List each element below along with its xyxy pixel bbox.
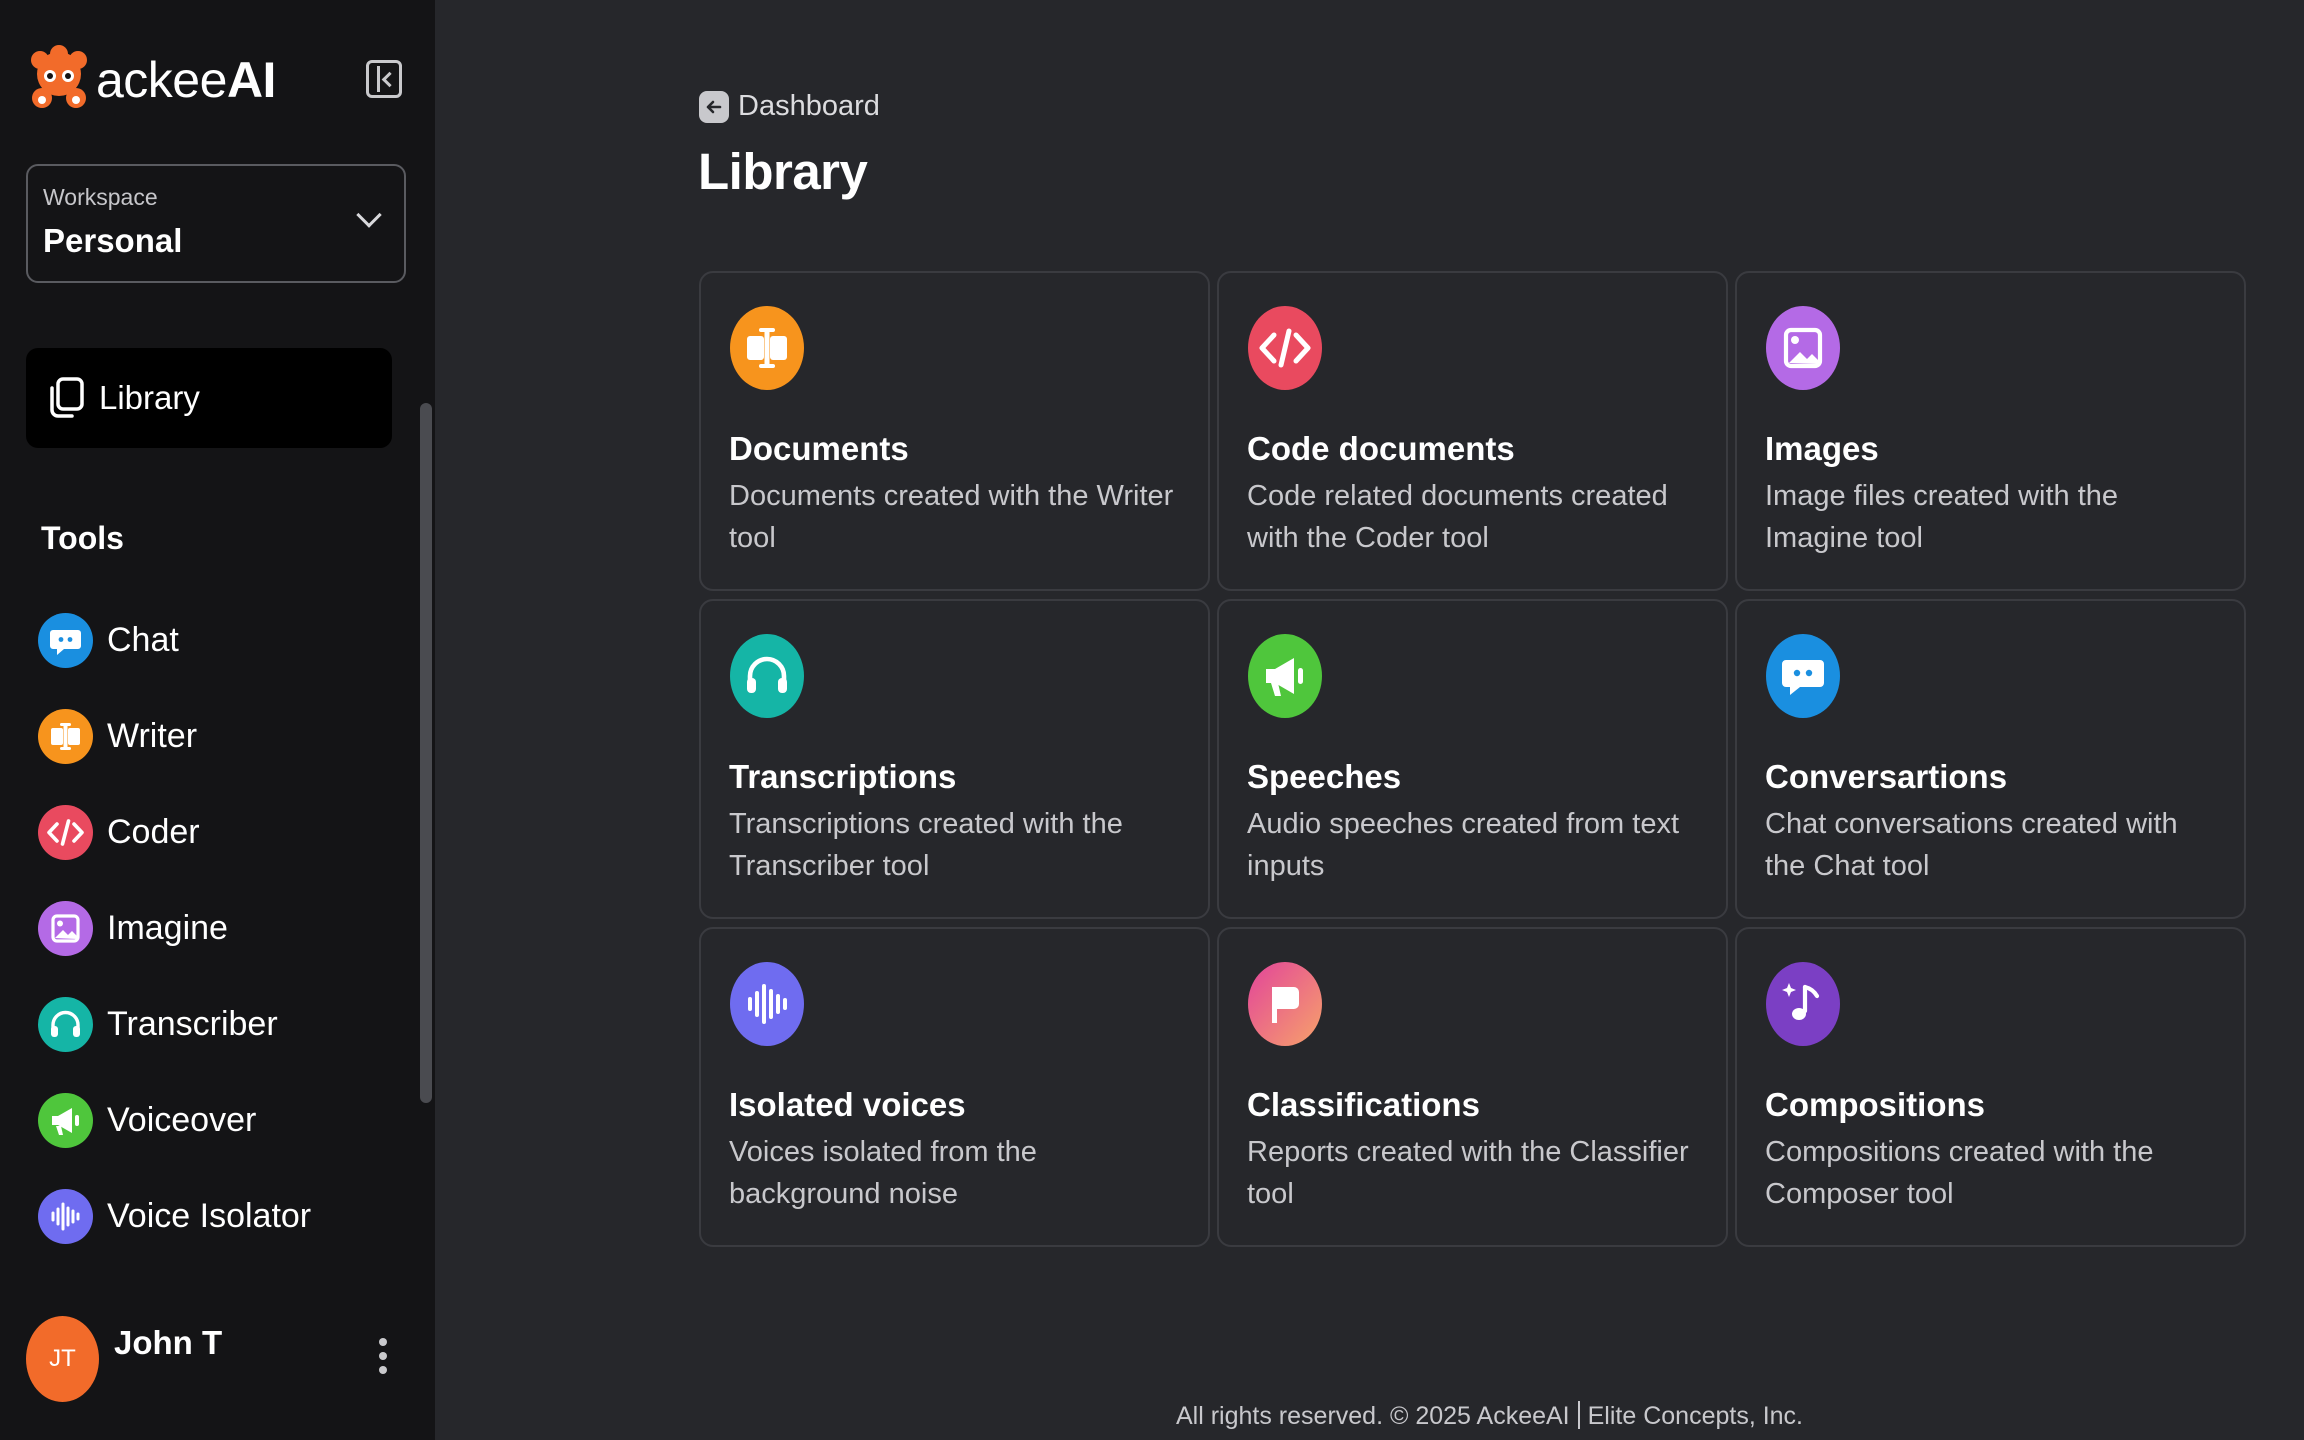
card-description: Transcriptions created with the Transcri… [729,808,1123,882]
user-profile[interactable]: JT John T [26,1316,406,1402]
soundwave-icon [730,962,804,1046]
tool-label-coder: Coder [107,812,200,851]
writer-icon [730,306,804,390]
card-title: Conversartions [1765,758,2008,795]
footer-copyright: All rights reserved. © 2025 AckeeAI [1176,1402,1570,1430]
card-description: Image files created with the Imagine too… [1765,480,2119,554]
sidebar-item-chat[interactable]: Chat [38,592,311,688]
headphones-icon [730,634,804,718]
tool-label-voiceover: Voiceover [107,1100,257,1139]
card-description: Compositions created with the Composer t… [1765,1136,2154,1210]
code-icon [38,804,93,860]
card-description: Chat conversations created with the Chat… [1765,808,2178,882]
breadcrumb-back-dashboard[interactable]: Dashboard [699,90,880,123]
writer-icon [38,708,93,764]
card-description: Code related documents created with the … [1247,480,1668,554]
arrow-left-icon [699,90,729,123]
sidebar-item-writer[interactable]: Writer [38,688,311,784]
chat-bubble-icon [1766,634,1840,718]
card-title: Speeches [1247,758,1402,795]
ackee-logo-icon [31,45,87,108]
library-card-documents[interactable]: Documents Documents created with the Wri… [699,271,1210,591]
sidebar-collapse-icon[interactable] [366,60,402,98]
chevron-down-icon [356,202,382,228]
card-title: Code documents [1247,430,1515,467]
breadcrumb-label: Dashboard [738,90,880,122]
library-card-classifications[interactable]: Classifications Reports created with the… [1217,927,1728,1247]
avatar[interactable]: JT [26,1316,99,1402]
card-title: Transcriptions [729,758,957,795]
soundwave-icon [38,1188,93,1244]
card-description: Reports created with the Classifier tool [1247,1136,1689,1210]
workspace-label: Workspace [43,184,158,210]
sidebar: ackeeAI Workspace Personal Library Tools [0,0,435,1440]
footer: All rights reserved. © 2025 AckeeAI Elite… [1176,1401,1803,1431]
chat-bubble-icon [38,612,93,668]
image-icon [38,900,93,956]
tool-label-writer: Writer [107,716,198,755]
card-title: Classifications [1247,1086,1480,1123]
flag-icon [1248,962,1322,1046]
card-title: Compositions [1765,1086,1985,1123]
tools-list: Chat Writer Coder Imagine Transcriber Vo… [38,592,311,1264]
card-title: Images [1765,430,1879,467]
sidebar-item-coder[interactable]: Coder [38,784,311,880]
brand-name-prefix: ackee [96,52,227,108]
megaphone-icon [38,1092,93,1148]
library-card-transcriptions[interactable]: Transcriptions Transcriptions created wi… [699,599,1210,919]
library-card-isolated-voices[interactable]: Isolated voices Voices isolated from the… [699,927,1210,1247]
sidebar-item-label: Library [99,379,200,416]
footer-divider [1577,1401,1580,1429]
library-documents-icon [50,377,84,418]
card-title: Documents [729,430,909,467]
code-icon [1248,306,1322,390]
footer-company: Elite Concepts, Inc. [1587,1402,1804,1430]
headphones-icon [38,996,93,1052]
music-note-icon [1766,962,1840,1046]
tool-label-voice-isolator: Voice Isolator [107,1196,312,1235]
workspace-value: Personal [43,222,183,259]
tool-label-imagine: Imagine [107,908,228,947]
card-description: Documents created with the Writer tool [729,480,1174,554]
sidebar-item-transcriber[interactable]: Transcriber [38,976,311,1072]
sidebar-item-voiceover[interactable]: Voiceover [38,1072,311,1168]
image-icon [1766,306,1840,390]
megaphone-icon [1248,634,1322,718]
user-name: John T [114,1324,223,1361]
library-card-speeches[interactable]: Speeches Audio speeches created from tex… [1217,599,1728,919]
page-title: Library [698,143,868,200]
tool-label-transcriber: Transcriber [107,1004,278,1043]
tool-label-chat: Chat [107,620,179,659]
brand-name: ackeeAI [96,51,276,109]
tools-heading: Tools [41,520,124,556]
brand-logo[interactable]: ackeeAI [26,44,276,116]
card-description: Audio speeches created from text inputs [1247,808,1680,882]
app-root: ackeeAI Workspace Personal Library Tools [0,0,2304,1440]
library-card-images[interactable]: Images Image files created with the Imag… [1735,271,2246,591]
library-card-code-documents[interactable]: Code documents Code related documents cr… [1217,271,1728,591]
sidebar-scrollbar[interactable] [420,403,432,1103]
card-description: Voices isolated from the background nois… [729,1136,1037,1210]
library-card-conversations[interactable]: Conversartions Chat conversations create… [1735,599,2246,919]
workspace-selector[interactable]: Workspace Personal [26,164,406,283]
card-title: Isolated voices [729,1086,966,1123]
brand-name-suffix: AI [226,52,277,108]
more-options-icon[interactable] [378,1338,388,1382]
library-grid: Documents Documents created with the Wri… [699,271,2246,1247]
library-card-compositions[interactable]: Compositions Compositions created with t… [1735,927,2246,1247]
sidebar-item-voice-isolator[interactable]: Voice Isolator [38,1168,311,1264]
sidebar-item-imagine[interactable]: Imagine [38,880,311,976]
sidebar-item-library[interactable]: Library [26,348,392,448]
